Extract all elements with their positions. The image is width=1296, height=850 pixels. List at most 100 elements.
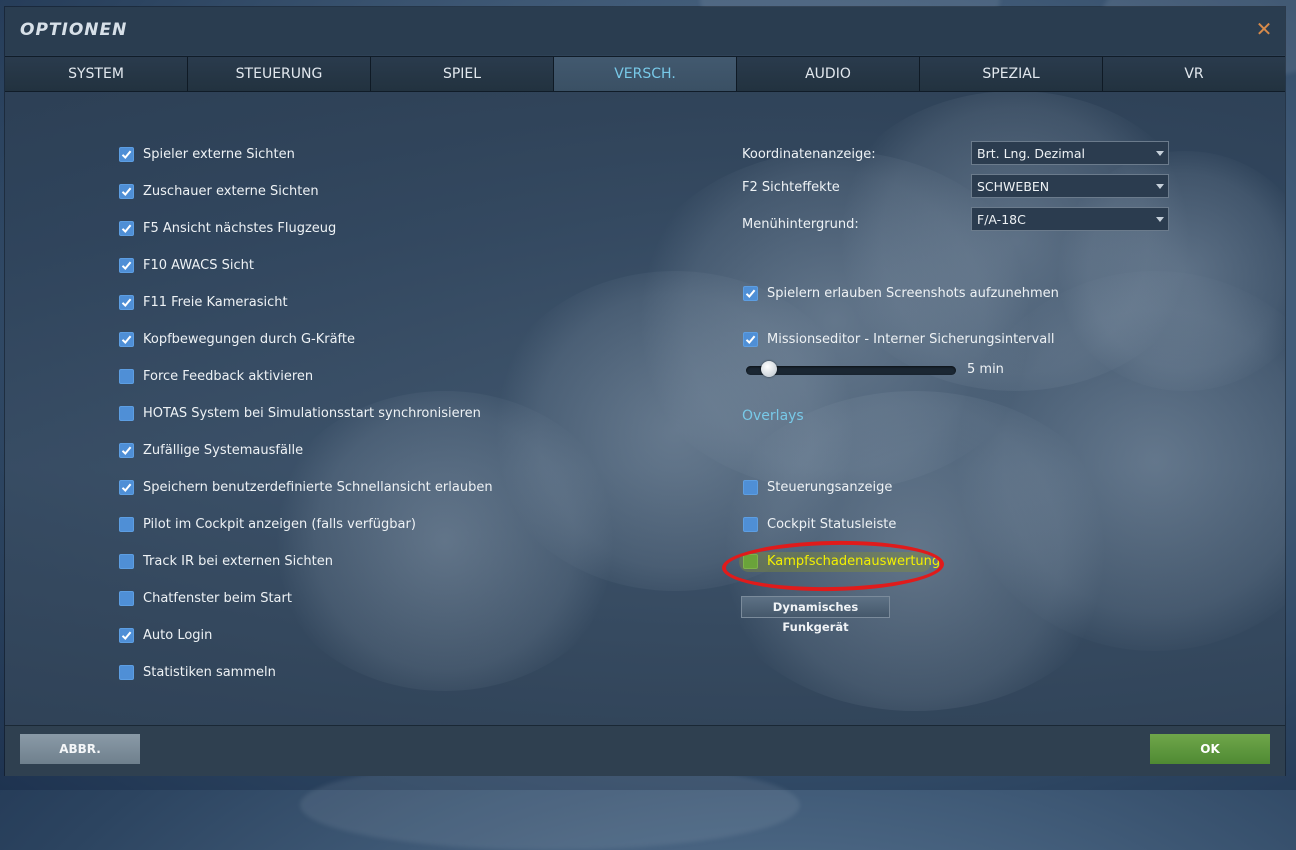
- option-steuerungsanzeige[interactable]: Steuerungsanzeige: [743, 477, 892, 497]
- option-label: F11 Freie Kamerasicht: [143, 294, 288, 310]
- option-f11-kamera[interactable]: F11 Freie Kamerasicht: [119, 292, 288, 312]
- checkbox[interactable]: [743, 516, 758, 532]
- checkbox[interactable]: [119, 331, 134, 347]
- checkbox[interactable]: [119, 220, 134, 236]
- tab-system[interactable]: SYSTEM: [5, 57, 188, 91]
- chevron-down-icon: [1156, 184, 1164, 189]
- option-auto-login[interactable]: Auto Login: [119, 625, 212, 645]
- checkbox[interactable]: [119, 183, 134, 199]
- option-sicherungsintervall[interactable]: Missionseditor - Interner Sicherungsinte…: [743, 329, 1054, 349]
- slider-handle[interactable]: [760, 361, 777, 377]
- options-window: OPTIONEN ✕ SYSTEM STEUERUNG SPIEL VERSCH…: [5, 7, 1285, 776]
- checkbox[interactable]: [743, 479, 758, 495]
- chevron-down-icon: [1156, 151, 1164, 156]
- option-label: Missionseditor - Interner Sicherungsinte…: [767, 331, 1055, 347]
- tab-spiel[interactable]: SPIEL: [371, 57, 554, 91]
- option-statistiken[interactable]: Statistiken sammeln: [119, 662, 276, 682]
- title-bar: OPTIONEN ✕: [5, 7, 1285, 55]
- option-kopfbewegungen[interactable]: Kopfbewegungen durch G-Kräfte: [119, 329, 355, 349]
- chevron-down-icon: [1156, 217, 1164, 222]
- tab-vr[interactable]: VR: [1103, 57, 1285, 91]
- option-label: F5 Ansicht nächstes Flugzeug: [143, 220, 337, 236]
- checkbox[interactable]: [119, 479, 134, 495]
- overlays-heading: Overlays: [742, 408, 804, 424]
- checkbox[interactable]: [119, 590, 134, 606]
- option-label: Steuerungsanzeige: [767, 479, 893, 495]
- ok-button[interactable]: OK: [1150, 734, 1270, 764]
- tab-spezial[interactable]: SPEZIAL: [920, 57, 1103, 91]
- option-cockpit-statusleiste[interactable]: Cockpit Statusleiste: [743, 514, 896, 534]
- tab-versch[interactable]: VERSCH.: [554, 57, 737, 91]
- checkmark-icon: [745, 335, 756, 344]
- option-label: Spielern erlauben Screenshots aufzunehme…: [767, 285, 1059, 301]
- checkbox[interactable]: [743, 331, 758, 347]
- checkbox[interactable]: [743, 285, 758, 301]
- option-label: Kopfbewegungen durch G-Kräfte: [143, 331, 356, 347]
- menuehintergrund-label: Menühintergrund:: [742, 217, 859, 232]
- option-label: HOTAS System bei Simulationsstart synchr…: [143, 405, 481, 421]
- option-systemausfaelle[interactable]: Zufällige Systemausfälle: [119, 440, 303, 460]
- slider-value: 5 min: [967, 362, 1004, 377]
- checkbox[interactable]: [119, 664, 134, 680]
- checkmark-icon: [121, 224, 132, 233]
- checkmark-icon: [121, 298, 132, 307]
- select-value: F/A-18C: [977, 212, 1026, 227]
- option-force-feedback[interactable]: Force Feedback aktivieren: [119, 366, 313, 386]
- option-label: Zuschauer externe Sichten: [143, 183, 319, 199]
- footer-bar: ABBR. OK: [5, 725, 1285, 776]
- tab-audio[interactable]: AUDIO: [737, 57, 920, 91]
- option-label: Pilot im Cockpit anzeigen (falls verfügb…: [143, 516, 416, 532]
- checkmark-icon: [121, 483, 132, 492]
- red-highlight-circle: [721, 539, 945, 593]
- tab-steuerung[interactable]: STEUERUNG: [188, 57, 371, 91]
- tab-bar: SYSTEM STEUERUNG SPIEL VERSCH. AUDIO SPE…: [5, 56, 1285, 92]
- option-f10-awacs[interactable]: F10 AWACS Sicht: [119, 255, 254, 275]
- menuehintergrund-select[interactable]: F/A-18C: [971, 207, 1169, 231]
- checkbox[interactable]: [119, 627, 134, 643]
- checkbox[interactable]: [119, 516, 134, 532]
- checkbox[interactable]: [119, 405, 134, 421]
- option-label: Cockpit Statusleiste: [767, 516, 897, 532]
- checkmark-icon: [121, 261, 132, 270]
- option-label: Zufällige Systemausfälle: [143, 442, 304, 458]
- option-label: F10 AWACS Sicht: [143, 257, 254, 273]
- option-label: Spieler externe Sichten: [143, 146, 295, 162]
- option-track-ir[interactable]: Track IR bei externen Sichten: [119, 551, 333, 571]
- select-value: SCHWEBEN: [977, 179, 1050, 194]
- option-label: Auto Login: [143, 627, 213, 643]
- checkbox[interactable]: [119, 442, 134, 458]
- checkbox[interactable]: [119, 294, 134, 310]
- f2-sichteffekte-label: F2 Sichteffekte: [742, 180, 840, 195]
- select-value: Brt. Lng. Dezimal: [977, 146, 1085, 161]
- sicherungsintervall-slider[interactable]: [746, 366, 956, 375]
- checkmark-icon: [121, 631, 132, 640]
- option-hotas-sync[interactable]: HOTAS System bei Simulationsstart synchr…: [119, 403, 481, 423]
- checkbox[interactable]: [119, 553, 134, 569]
- checkmark-icon: [121, 150, 132, 159]
- option-label: Chatfenster beim Start: [143, 590, 292, 606]
- option-f5-ansicht[interactable]: F5 Ansicht nächstes Flugzeug: [119, 218, 336, 238]
- option-spieler-externe-sichten[interactable]: Spieler externe Sichten: [119, 144, 295, 164]
- option-pilot-im-cockpit[interactable]: Pilot im Cockpit anzeigen (falls verfügb…: [119, 514, 416, 534]
- koordinatenanzeige-select[interactable]: Brt. Lng. Dezimal: [971, 141, 1169, 165]
- checkmark-icon: [121, 187, 132, 196]
- option-zuschauer-externe-sichten[interactable]: Zuschauer externe Sichten: [119, 181, 319, 201]
- checkbox[interactable]: [119, 146, 134, 162]
- checkbox[interactable]: [119, 368, 134, 384]
- option-chatfenster[interactable]: Chatfenster beim Start: [119, 588, 292, 608]
- koordinatenanzeige-label: Koordinatenanzeige:: [742, 147, 876, 162]
- dynamisches-funkgeraet-button[interactable]: Dynamisches Funkgerät: [741, 596, 890, 634]
- option-label: Track IR bei externen Sichten: [143, 553, 334, 569]
- checkbox[interactable]: [119, 257, 134, 273]
- option-screenshots[interactable]: Spielern erlauben Screenshots aufzunehme…: [743, 283, 1059, 303]
- cancel-button[interactable]: ABBR.: [20, 734, 140, 764]
- f2-sichteffekte-select[interactable]: SCHWEBEN: [971, 174, 1169, 198]
- option-label: Speichern benutzerdefinierte Schnellansi…: [143, 479, 493, 495]
- checkmark-icon: [745, 289, 756, 298]
- option-label: Force Feedback aktivieren: [143, 368, 314, 384]
- window-title: OPTIONEN: [20, 20, 128, 40]
- checkmark-icon: [121, 335, 132, 344]
- option-schnellansicht[interactable]: Speichern benutzerdefinierte Schnellansi…: [119, 477, 493, 497]
- checkmark-icon: [121, 446, 132, 455]
- close-icon[interactable]: ✕: [1253, 18, 1275, 40]
